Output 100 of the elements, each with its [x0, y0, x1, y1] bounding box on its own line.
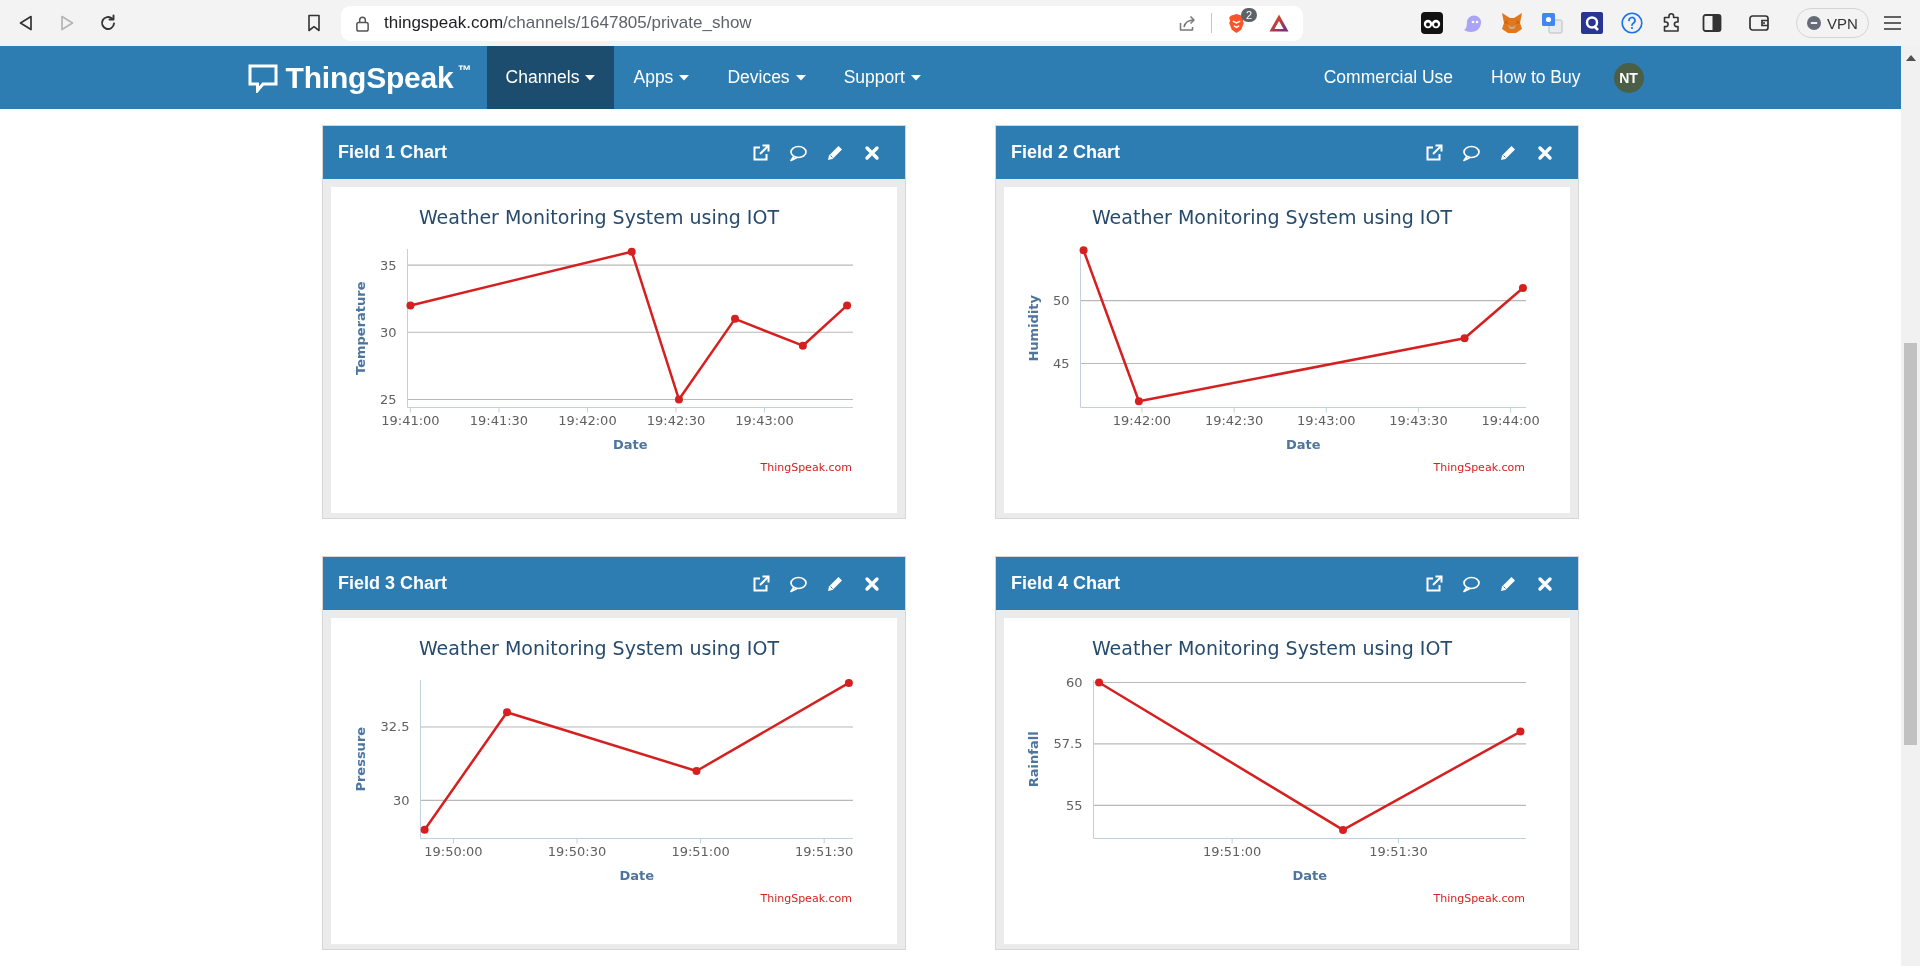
- data-point: [674, 395, 683, 404]
- y-axis-title: Humidity: [1026, 294, 1041, 362]
- pencil-icon[interactable]: [1499, 574, 1517, 593]
- data-point: [844, 678, 853, 687]
- data-point: [1516, 727, 1525, 736]
- nav-link[interactable]: Channels: [486, 46, 615, 109]
- credits-link[interactable]: ThingSpeak.com: [760, 460, 852, 474]
- x-axis-title: Date: [612, 436, 648, 452]
- data-point: [503, 708, 511, 717]
- close-icon[interactable]: [1536, 574, 1554, 593]
- y-tick-label: 50: [1052, 293, 1070, 309]
- data-point: [420, 825, 429, 834]
- data-point: [627, 247, 636, 256]
- url-text[interactable]: thingspeak.com/channels/1647805/private_show: [384, 13, 1178, 33]
- comment-icon[interactable]: [789, 574, 807, 593]
- x-tick-label: 19:42:00: [558, 412, 617, 428]
- bookmark-icon[interactable]: [305, 14, 323, 32]
- ring-tile-icon[interactable]: [1581, 12, 1603, 34]
- close-icon[interactable]: [1536, 143, 1554, 162]
- x-tick-label: 19:51:30: [794, 843, 854, 859]
- count-badge: 2: [1241, 7, 1257, 22]
- menu-icon[interactable]: [1883, 15, 1902, 31]
- nav-link[interactable]: Apps: [614, 46, 709, 109]
- x-tick-label: 19:41:30: [469, 412, 529, 428]
- x-tick-label: 19:42:00: [1112, 412, 1172, 428]
- nav-link[interactable]: Commercial Use: [1304, 46, 1472, 109]
- vpn-button[interactable]: VPN: [1796, 8, 1869, 38]
- y-axis-title: Temperature: [353, 281, 368, 375]
- x-axis-title: Date: [1292, 867, 1328, 883]
- reload-icon[interactable]: [99, 14, 117, 32]
- data-point: [1460, 334, 1469, 343]
- x-tick-label: 19:51:00: [671, 843, 730, 859]
- data-point: [406, 301, 415, 310]
- external-link-icon[interactable]: [752, 143, 770, 162]
- credits-link[interactable]: ThingSpeak.com: [1433, 891, 1525, 905]
- x-tick-label: 19:41:00: [381, 412, 440, 428]
- external-link-icon[interactable]: [1425, 574, 1443, 593]
- data-point: [1095, 678, 1104, 687]
- external-link-icon[interactable]: [1425, 143, 1443, 162]
- lock-icon: [355, 14, 370, 32]
- pencil-icon[interactable]: [826, 143, 844, 162]
- close-icon[interactable]: [863, 143, 881, 162]
- credits-link[interactable]: ThingSpeak.com: [760, 891, 852, 905]
- nav-link[interactable]: Devices: [708, 46, 825, 109]
- data-point: [1134, 397, 1143, 406]
- chart-title: Weather Monitoring System using IOT: [418, 206, 780, 228]
- y-axis-title: Pressure: [353, 726, 368, 792]
- y-tick-label: 30: [392, 792, 410, 808]
- x-tick-label: 19:44:00: [1481, 412, 1540, 428]
- data-point: [692, 767, 701, 775]
- chart-title: Weather Monitoring System using IOT: [1091, 206, 1453, 228]
- x-tick-label: 19:43:30: [1389, 412, 1448, 428]
- nav-link[interactable]: Support: [824, 46, 940, 109]
- speech-bubble-icon: [247, 62, 278, 93]
- y-tick-label: 57.5: [1053, 736, 1083, 752]
- user-avatar[interactable]: NT: [1613, 62, 1644, 93]
- comment-icon[interactable]: [1462, 143, 1480, 162]
- x-tick-label: 19:51:30: [1369, 843, 1428, 859]
- scrollbar-thumb[interactable]: [1904, 343, 1917, 745]
- x-axis-title: Date: [1285, 436, 1321, 452]
- fox-icon[interactable]: [1501, 12, 1523, 34]
- x-tick-label: 19:42:30: [1204, 412, 1264, 428]
- card-title: Field 1 Chart: [338, 142, 448, 163]
- back-icon[interactable]: [17, 14, 35, 32]
- close-icon[interactable]: [863, 574, 881, 593]
- data-point: [731, 314, 739, 323]
- comment-icon[interactable]: [1462, 574, 1480, 593]
- data-point: [1079, 246, 1088, 255]
- pencil-icon[interactable]: [826, 574, 844, 593]
- card-title: Field 3 Chart: [338, 573, 448, 594]
- address-bar[interactable]: thingspeak.com/channels/1647805/private_show 2: [341, 5, 1303, 41]
- y-tick-label: 30: [379, 324, 397, 340]
- tiles-icon[interactable]: [1541, 12, 1563, 34]
- triangle-icon[interactable]: [1269, 14, 1289, 32]
- data-point: [843, 301, 852, 310]
- scroll-up-icon[interactable]: [1905, 55, 1916, 61]
- y-axis-title: Rainfall: [1026, 731, 1041, 788]
- data-point: [1518, 284, 1527, 292]
- share-icon[interactable]: [1178, 14, 1196, 32]
- x-tick-label: 19:43:00: [735, 412, 794, 428]
- chart-title: Weather Monitoring System using IOT: [1091, 637, 1453, 659]
- goggles-icon[interactable]: [1421, 12, 1443, 34]
- help-icon[interactable]: [1621, 12, 1643, 34]
- y-tick-label: 45: [1052, 355, 1070, 371]
- credits-link[interactable]: ThingSpeak.com: [1433, 460, 1525, 474]
- data-point: [798, 341, 807, 350]
- comment-icon[interactable]: [789, 143, 807, 162]
- y-tick-label: 55: [1065, 797, 1083, 813]
- nav-link[interactable]: How to Buy: [1472, 46, 1600, 109]
- data-point: [1339, 825, 1347, 834]
- external-link-icon[interactable]: [752, 574, 770, 593]
- brand-link[interactable]: ThingSpeak™: [247, 46, 472, 109]
- card-title: Field 2 Chart: [1011, 142, 1121, 163]
- x-tick-label: 19:43:00: [1297, 412, 1356, 428]
- chart-title: Weather Monitoring System using IOT: [418, 637, 780, 659]
- sidebar-icon[interactable]: [1701, 12, 1723, 34]
- lion-shield-icon[interactable]: [1227, 12, 1246, 34]
- wallet-icon[interactable]: [1748, 12, 1770, 34]
- x-tick-label: 19:51:00: [1202, 843, 1262, 859]
- pencil-icon[interactable]: [1499, 143, 1517, 162]
